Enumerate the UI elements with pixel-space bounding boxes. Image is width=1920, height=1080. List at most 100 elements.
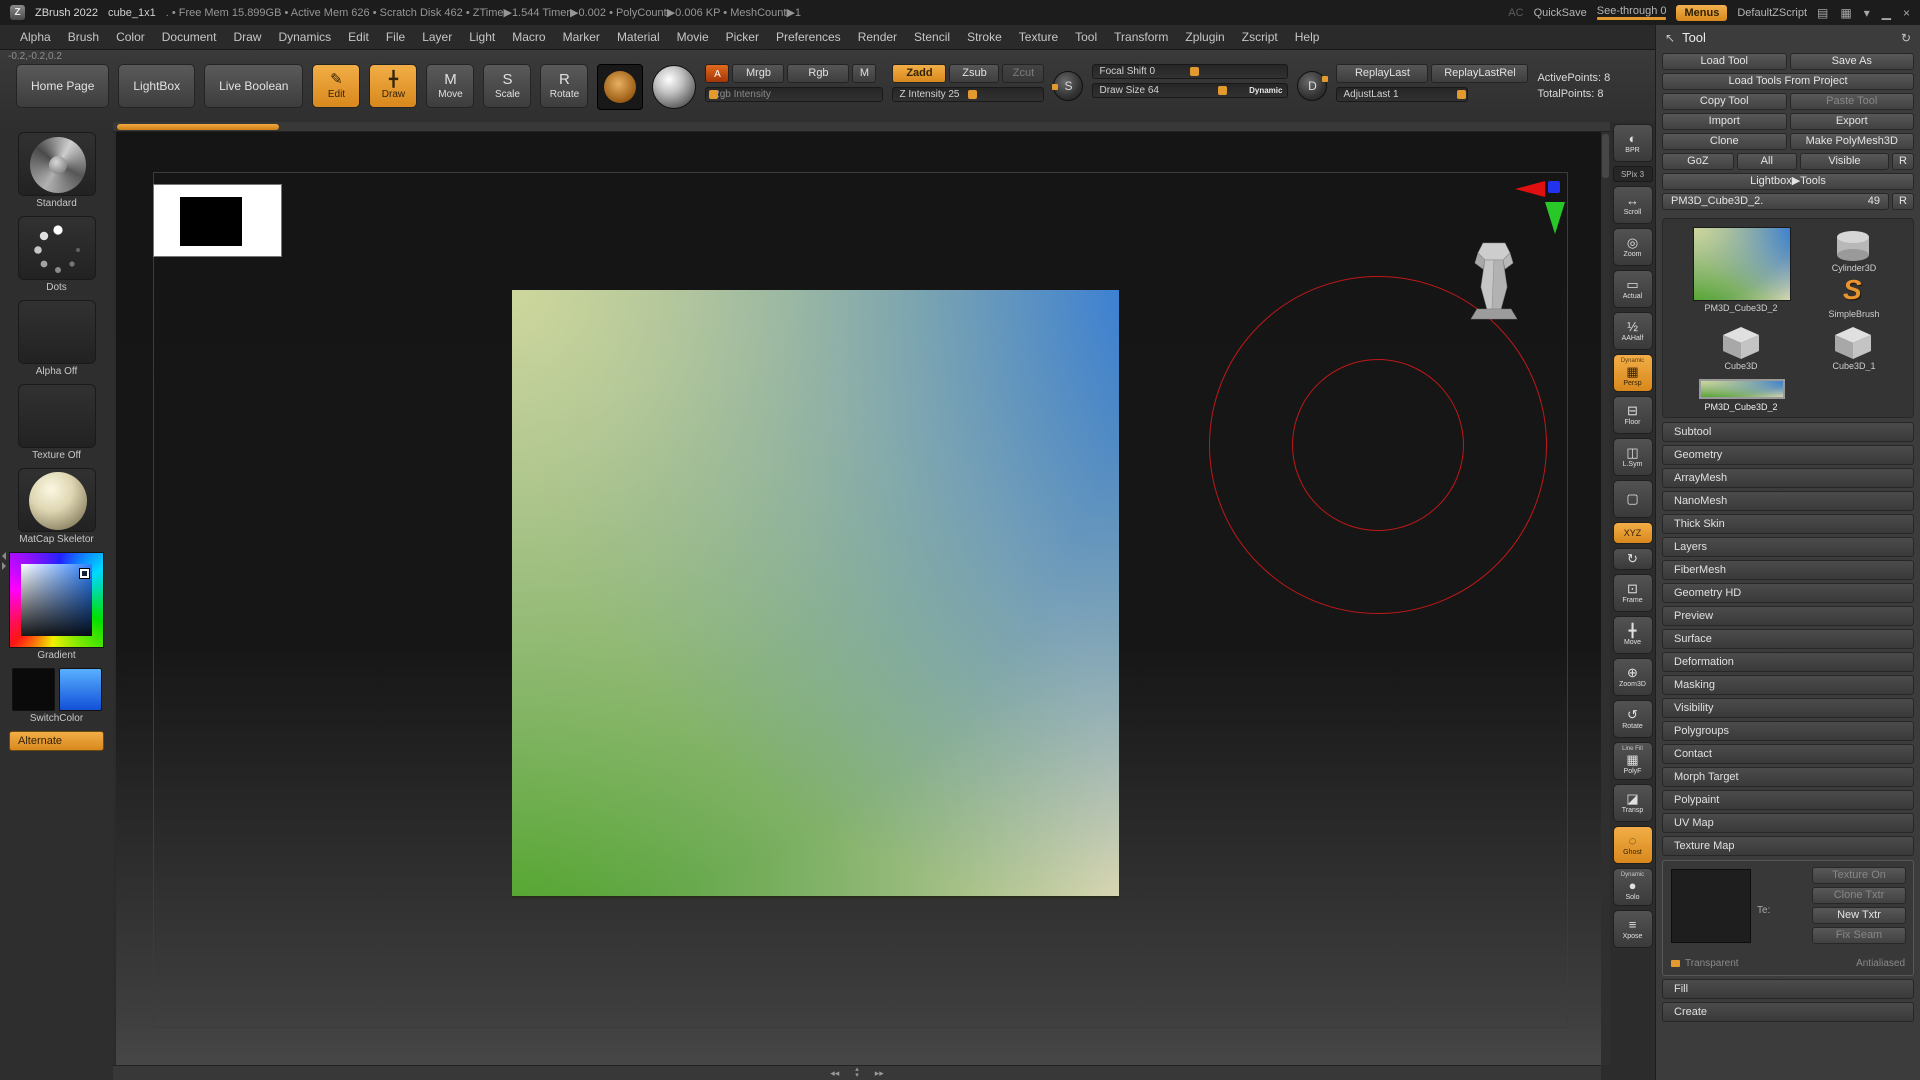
load-tool-button[interactable]: Load Tool [1662, 53, 1787, 70]
scroll-down-icon[interactable]: ▾ [855, 1073, 859, 1079]
alpha-selector[interactable] [18, 300, 96, 364]
rotate-mode-button[interactable]: R Rotate [540, 64, 588, 108]
section-polypaint[interactable]: Polypaint [1662, 790, 1914, 810]
antialiased-label[interactable]: Antialiased [1856, 958, 1905, 969]
shelf-rotate-button[interactable]: ↺ Rotate [1613, 700, 1653, 738]
shelf-floor-button[interactable]: ⊟ Floor [1613, 396, 1653, 434]
spix-slider[interactable]: SPix 3 [1613, 166, 1653, 182]
current-brush-thumbnail[interactable] [597, 64, 643, 110]
menu-marker[interactable]: Marker [555, 25, 608, 50]
shelf-frame-button[interactable]: ⊡ Frame [1613, 574, 1653, 612]
section-surface[interactable]: Surface [1662, 629, 1914, 649]
menu-alpha[interactable]: Alpha [12, 25, 59, 50]
lightbox-tray-handle[interactable] [117, 124, 279, 130]
active-tool-button[interactable]: PM3D_Cube3D_2. 49 [1662, 193, 1889, 210]
stroke-selector[interactable] [18, 216, 96, 280]
shelf-actual-button[interactable]: ▭ Actual [1613, 270, 1653, 308]
rgb-button[interactable]: Rgb [787, 64, 849, 83]
section-morph-target[interactable]: Morph Target [1662, 767, 1914, 787]
alternate-button[interactable]: Alternate [9, 731, 104, 751]
menu-material[interactable]: Material [609, 25, 668, 50]
material-selector[interactable] [18, 468, 96, 532]
tool-thumb-cylinder3d[interactable] [1829, 229, 1877, 263]
section-fibermesh[interactable]: FiberMesh [1662, 560, 1914, 580]
seethrough-slider[interactable]: See-through 0 [1597, 5, 1667, 20]
shelf-solo-button[interactable]: Dynamic ● Solo [1613, 868, 1653, 906]
current-color-swatch[interactable]: A [705, 64, 729, 83]
m-button[interactable]: M [852, 64, 876, 83]
adjust-last-slider[interactable]: AdjustLast 1 [1336, 87, 1468, 102]
section-texture-map[interactable]: Texture Map [1662, 836, 1914, 856]
goz-r-button[interactable]: R [1892, 153, 1914, 170]
texture-on-button[interactable]: Texture On [1812, 867, 1906, 884]
shelf-zoom-button[interactable]: ◎ Zoom [1613, 228, 1653, 266]
secondary-color-swatch[interactable] [59, 668, 102, 711]
brush-selector[interactable] [18, 132, 96, 196]
quicksave-button[interactable]: QuickSave [1534, 7, 1587, 19]
viewport-canvas[interactable] [116, 132, 1601, 1065]
section-masking[interactable]: Masking [1662, 675, 1914, 695]
menu-brush[interactable]: Brush [60, 25, 107, 50]
section-uv-map[interactable]: UV Map [1662, 813, 1914, 833]
section-nanomesh[interactable]: NanoMesh [1662, 491, 1914, 511]
texture-map-thumbnail[interactable] [1671, 869, 1751, 943]
shelf-move-button[interactable]: ╋ Move [1613, 616, 1653, 654]
axis-z-dot-icon[interactable] [1548, 181, 1560, 193]
focal-shift-slider[interactable]: Focal Shift 0 [1092, 64, 1288, 79]
section-create[interactable]: Create [1662, 1002, 1914, 1022]
lightbox-button[interactable]: LightBox [118, 64, 195, 108]
shelf-persp-button[interactable]: Dynamic ▦ Persp [1613, 354, 1653, 392]
copy-tool-button[interactable]: Copy Tool [1662, 93, 1787, 110]
section-geometry-hd[interactable]: Geometry HD [1662, 583, 1914, 603]
menu-transform[interactable]: Transform [1106, 25, 1176, 50]
canvas-vertical-scrollbar[interactable] [1601, 132, 1610, 1065]
tool-thumb-pm3d-cube-large[interactable] [1693, 227, 1791, 301]
live-boolean-button[interactable]: Live Boolean [204, 64, 303, 108]
edit-mode-button[interactable]: ✎ Edit [312, 64, 360, 108]
section-deformation[interactable]: Deformation [1662, 652, 1914, 672]
stencil-preview[interactable] [153, 184, 282, 257]
tool-thumb-cube3d[interactable] [1717, 325, 1765, 361]
current-material-sphere[interactable] [652, 65, 696, 109]
menu-render[interactable]: Render [850, 25, 905, 50]
menu-macro[interactable]: Macro [504, 25, 553, 50]
scroll-right-icon[interactable]: ▸▸ [875, 1068, 884, 1079]
section-contact[interactable]: Contact [1662, 744, 1914, 764]
menu-light[interactable]: Light [461, 25, 503, 50]
export-button[interactable]: Export [1790, 113, 1915, 130]
shelf-seethrough-button[interactable]: ▢ [1613, 480, 1653, 518]
shelf-bpr-button[interactable]: ◐ BPR [1613, 124, 1653, 162]
sculptris-knob[interactable]: S [1053, 71, 1083, 101]
load-tools-from-project-button[interactable]: Load Tools From Project [1662, 73, 1914, 90]
rgb-intensity-slider[interactable]: Rgb Intensity [705, 87, 883, 102]
tool-r-button[interactable]: R [1892, 193, 1914, 210]
menu-preferences[interactable]: Preferences [768, 25, 849, 50]
fix-seam-button[interactable]: Fix Seam [1812, 927, 1906, 944]
panes-icon[interactable]: ▤ [1817, 6, 1828, 20]
shelf-zoom3d-button[interactable]: ⊕ Zoom3D [1613, 658, 1653, 696]
section-geometry[interactable]: Geometry [1662, 445, 1914, 465]
section-visibility[interactable]: Visibility [1662, 698, 1914, 718]
main-color-swatch[interactable] [12, 668, 55, 711]
menu-help[interactable]: Help [1287, 25, 1328, 50]
tool-thumb-selected[interactable] [1699, 379, 1785, 399]
color-picker[interactable] [9, 552, 104, 648]
shelf-xyz-button[interactable]: XYZ [1613, 522, 1653, 544]
menu-movie[interactable]: Movie [669, 25, 717, 50]
paste-tool-button[interactable]: Paste Tool [1790, 93, 1915, 110]
menu-document[interactable]: Document [154, 25, 225, 50]
axis-x-arrow-icon[interactable] [1515, 181, 1545, 197]
shelf-spin-button[interactable]: ↻ [1613, 548, 1653, 570]
mrgb-button[interactable]: Mrgb [732, 64, 784, 83]
section-polygroups[interactable]: Polygroups [1662, 721, 1914, 741]
zsub-button[interactable]: Zsub [949, 64, 999, 83]
collapse-icon[interactable]: ▾ [1864, 6, 1870, 20]
zadd-button[interactable]: Zadd [892, 64, 946, 83]
menu-layer[interactable]: Layer [414, 25, 460, 50]
scroll-left-icon[interactable]: ◂◂ [830, 1068, 839, 1079]
menu-texture[interactable]: Texture [1011, 25, 1066, 50]
menus-button[interactable]: Menus [1676, 5, 1727, 21]
menu-zscript[interactable]: Zscript [1234, 25, 1286, 50]
zcut-button[interactable]: Zcut [1002, 64, 1044, 83]
make-polymesh3d-button[interactable]: Make PolyMesh3D [1790, 133, 1915, 150]
